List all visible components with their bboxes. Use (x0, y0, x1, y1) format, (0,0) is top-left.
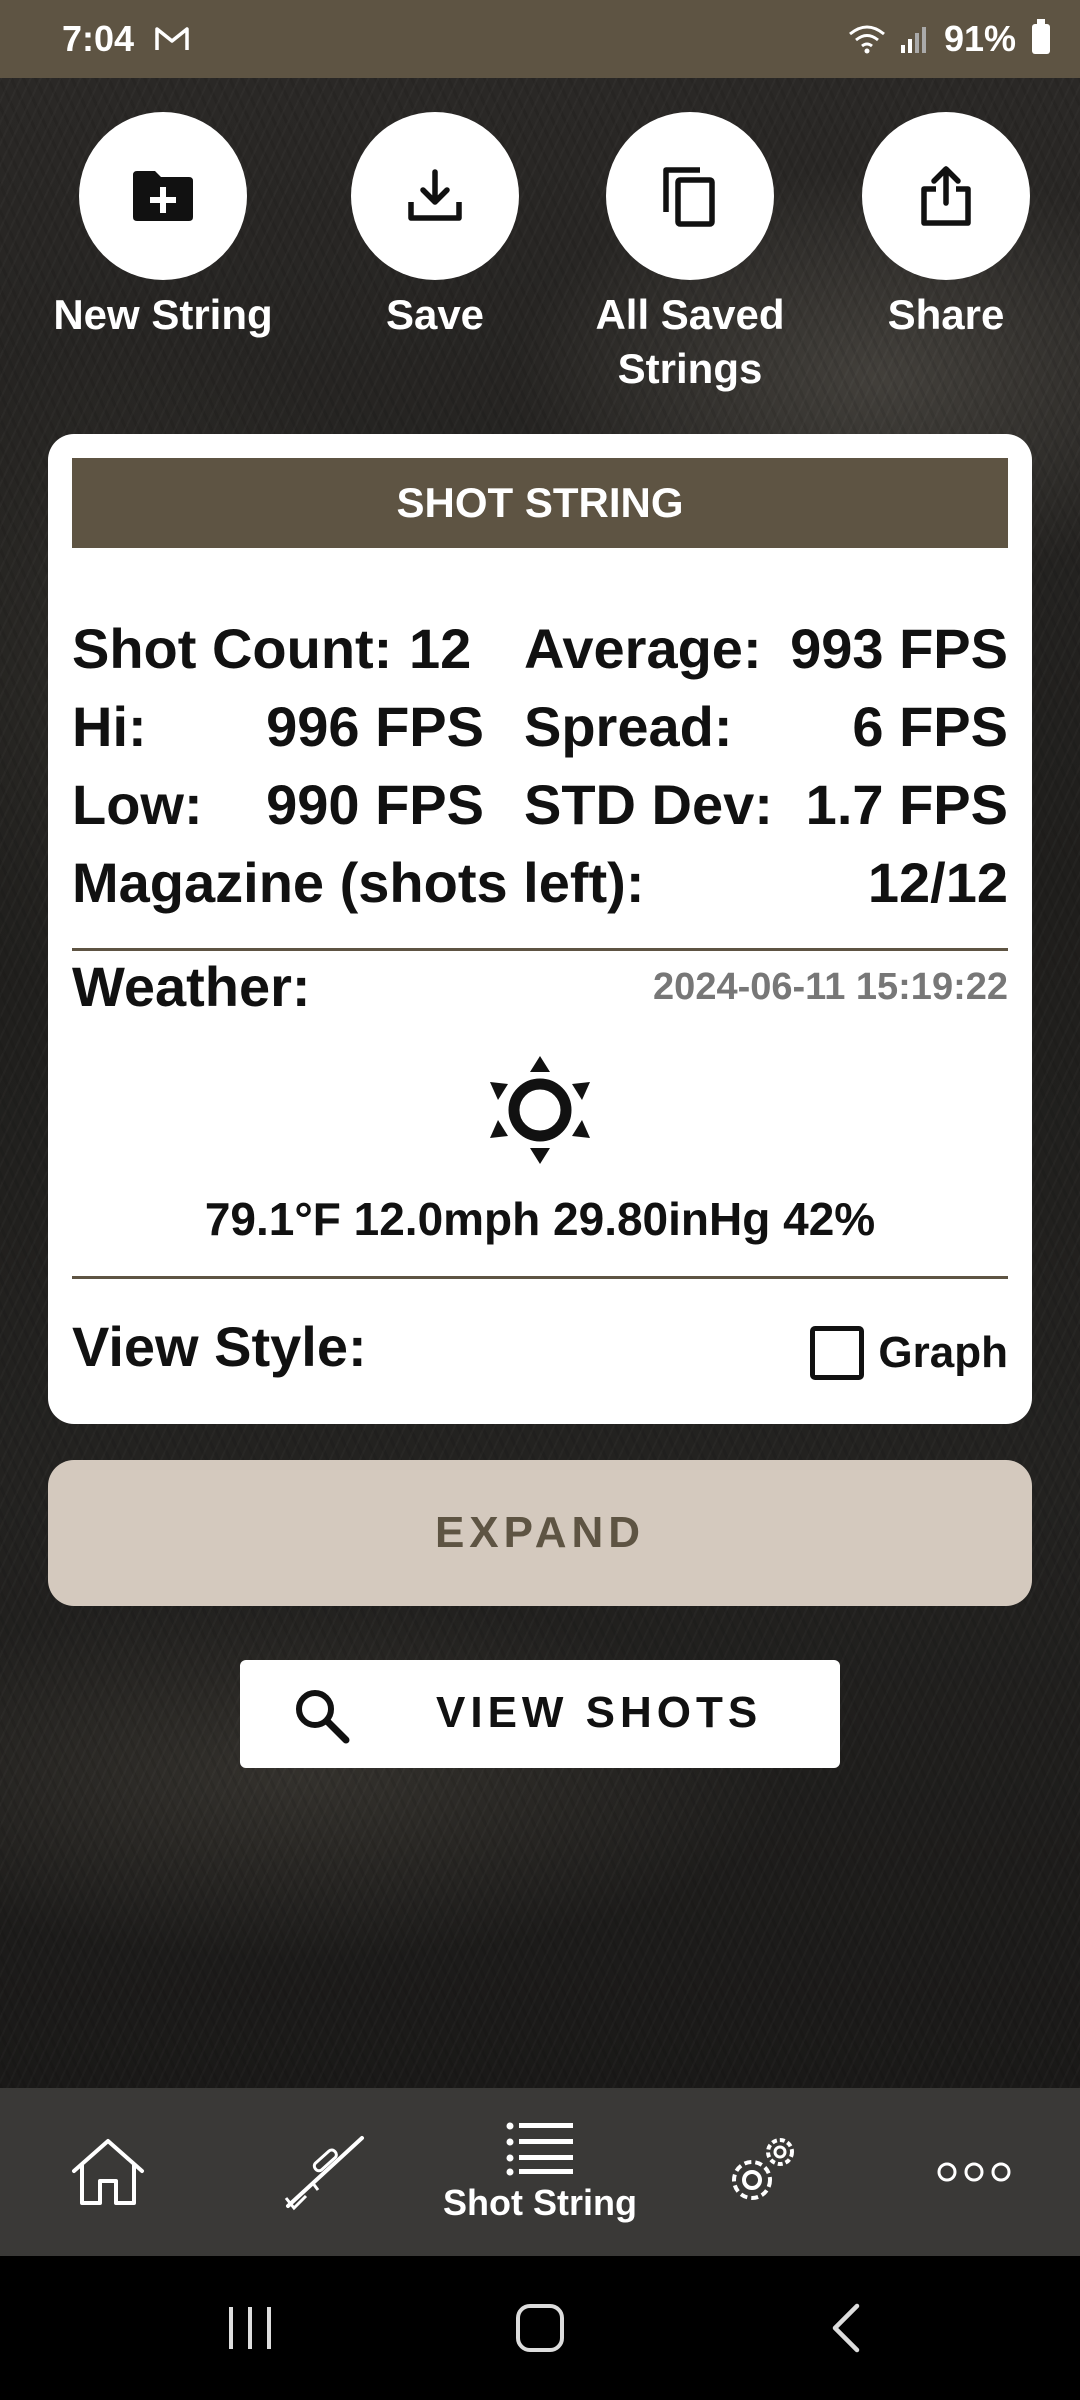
stat-row-hi: Hi: 996 FPS Spread: 6 FPS (72, 694, 1008, 764)
average-label: Average: (524, 617, 762, 680)
home-icon (72, 2139, 144, 2205)
download-icon (408, 169, 462, 221)
view-shots-label: VIEW SHOTS (436, 1688, 763, 1737)
back-icon (832, 2303, 860, 2353)
nav-rifle[interactable] (270, 2088, 380, 2256)
view-style-label: View Style: (72, 1315, 367, 1378)
spread-label: Spread: (524, 695, 733, 758)
battery-percent: 91% (943, 18, 1016, 59)
shot-count-label: Shot Count: (72, 617, 393, 680)
divider (72, 948, 1008, 951)
weather-values: 79.1°F 12.0mph 29.80inHg 42% (204, 1193, 876, 1245)
new-folder-icon (133, 171, 193, 221)
home-square-icon (516, 2304, 564, 2352)
status-time: 7:04 (62, 18, 135, 59)
new-string-circle[interactable] (79, 112, 247, 280)
all-saved-strings-label: All Saved Strings (595, 291, 785, 392)
nav-settings[interactable] (712, 2088, 812, 2256)
recents-icon (229, 2307, 271, 2349)
share-button[interactable]: Share (831, 112, 1061, 342)
signal-icon (900, 27, 926, 53)
gears-icon (732, 2138, 794, 2200)
magazine-value: 12/12 (867, 851, 1008, 914)
wifi-icon (848, 25, 885, 54)
system-nav-bar (0, 2256, 1080, 2400)
share-circle[interactable] (862, 112, 1030, 280)
stat-row-magazine: Magazine (shots left): 12/12 (72, 850, 1008, 920)
stat-row-count: Shot Count: 12 Average: 993 FPS (72, 616, 1008, 686)
expand-button[interactable]: EXPAND (48, 1460, 1032, 1606)
nav-shot-string[interactable]: Shot String (420, 2088, 660, 2256)
graph-label[interactable]: Graph (878, 1328, 1008, 1378)
shot-count-value: 12 (409, 617, 472, 680)
list-icon (506, 2122, 573, 2176)
weather-label: Weather: (72, 955, 311, 1018)
bottom-nav: Shot String (0, 2088, 1080, 2256)
low-label: Low: (72, 773, 203, 836)
battery-icon (1032, 19, 1050, 54)
rifle-icon (284, 2136, 364, 2211)
low-value: 990 FPS (266, 773, 484, 836)
graph-checkbox[interactable] (810, 1326, 864, 1380)
save-label: Save (385, 291, 485, 338)
shot-string-card: SHOT STRING Shot Count: 12 Average: 993 … (48, 434, 1032, 1424)
weather-timestamp: 2024-06-11 15:19:22 (653, 966, 1008, 1008)
card-header: SHOT STRING (72, 458, 1008, 548)
action-bar: New String Save All Saved Strings Share (0, 112, 1080, 412)
copy-icon (663, 167, 715, 227)
nav-shot-string-label: Shot String (443, 2182, 637, 2223)
share-label: Share (887, 291, 1005, 338)
new-string-button[interactable]: New String (48, 112, 278, 342)
save-button[interactable]: Save (320, 112, 550, 342)
stat-row-low: Low: 990 FPS STD Dev: 1.7 FPS (72, 772, 1008, 842)
nav-home[interactable] (58, 2088, 158, 2256)
std-dev-value: 1.7 FPS (805, 773, 1008, 836)
divider (72, 1276, 1008, 1279)
hi-value: 996 FPS (266, 695, 484, 758)
view-shots-button[interactable]: VIEW SHOTS (240, 1660, 840, 1768)
spread-value: 6 FPS (852, 695, 1008, 758)
search-icon (296, 1690, 350, 1744)
home-system-button[interactable] (490, 2256, 590, 2400)
recents-button[interactable] (200, 2256, 300, 2400)
hi-label: Hi: (72, 695, 147, 758)
std-dev-label: STD Dev: (524, 773, 773, 836)
new-string-label: New String (53, 291, 273, 338)
magazine-label: Magazine (shots left): (72, 851, 645, 914)
all-saved-strings-circle[interactable] (606, 112, 774, 280)
mail-icon (155, 27, 189, 50)
nav-more[interactable] (924, 2088, 1024, 2256)
back-button[interactable] (796, 2256, 896, 2400)
sun-icon (490, 1056, 590, 1164)
all-saved-strings-button[interactable]: All Saved Strings (575, 112, 805, 396)
share-icon (921, 166, 971, 226)
status-bar: 7:04 91% (0, 0, 1080, 78)
more-icon (937, 2162, 1011, 2182)
save-circle[interactable] (351, 112, 519, 280)
average-value: 993 FPS (790, 617, 1008, 680)
